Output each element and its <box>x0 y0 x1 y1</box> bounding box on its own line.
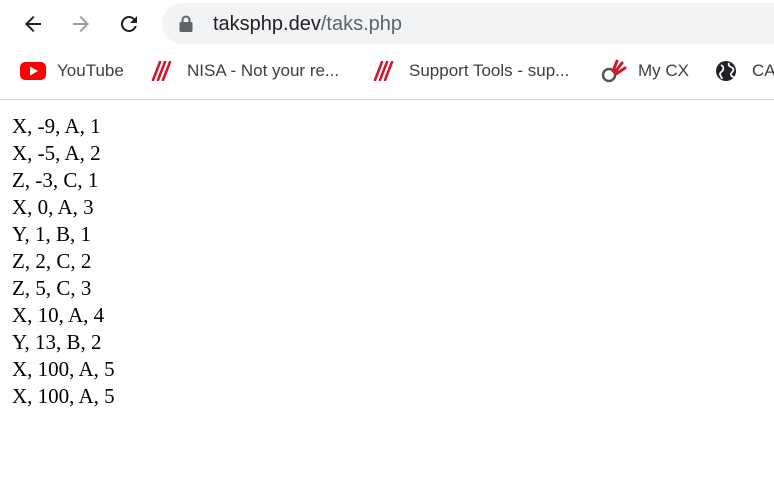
bookmark-ca[interactable]: CA <box>715 58 774 84</box>
lock-icon <box>179 15 193 32</box>
browser-chrome: taksphp.dev/taks.php YouTube NISA - Not … <box>0 0 774 100</box>
support-tools-icon <box>372 61 398 81</box>
bookmark-label: Support Tools - sup... <box>409 61 570 80</box>
bookmark-support-tools[interactable]: Support Tools - sup... <box>372 58 569 84</box>
bookmark-label: NISA - Not your re... <box>187 61 340 80</box>
output-line: Y, 1, B, 1 <box>12 222 91 246</box>
back-button[interactable] <box>18 9 48 39</box>
bookmark-nisa[interactable]: NISA - Not your re... <box>150 58 339 84</box>
arrow-right-icon <box>73 16 89 32</box>
output-line: X, 100, A, 5 <box>12 384 115 408</box>
bookmark-mycx[interactable]: My CX <box>601 58 689 84</box>
bookmark-youtube[interactable]: YouTube <box>20 58 124 84</box>
output-line: Z, -3, C, 1 <box>12 168 99 192</box>
globe-icon <box>715 61 741 81</box>
output-line: X, 10, A, 4 <box>12 303 105 327</box>
url-path: /taks.php <box>320 13 403 35</box>
output-line: X, 100, A, 5 <box>12 357 115 381</box>
bookmark-label: YouTube <box>57 61 124 80</box>
url-text: taksphp.dev/taks.php <box>213 13 402 35</box>
forward-button[interactable] <box>66 9 96 39</box>
mycx-icon <box>601 59 627 83</box>
youtube-icon <box>20 61 46 81</box>
arrow-left-icon <box>25 16 41 32</box>
url-host: taksphp.dev <box>213 13 321 35</box>
output-line: X, 0, A, 3 <box>12 195 94 219</box>
reload-button[interactable] <box>114 9 144 39</box>
nisa-icon <box>150 61 176 81</box>
address-bar[interactable]: taksphp.dev/taks.php <box>162 3 774 44</box>
bookmark-label: CA <box>752 61 774 80</box>
output-line: X, -9, A, 1 <box>12 114 101 138</box>
output-line: X, -5, A, 2 <box>12 141 101 165</box>
bookmark-label: My CX <box>638 61 689 80</box>
output-line: Z, 2, C, 2 <box>12 249 92 273</box>
page-content: X, -9, A, 1 X, -5, A, 2 Z, -3, C, 1 X, 0… <box>12 113 115 410</box>
output-line: Y, 13, B, 2 <box>12 330 102 354</box>
reload-icon <box>120 15 137 32</box>
output-line: Z, 5, C, 3 <box>12 276 92 300</box>
